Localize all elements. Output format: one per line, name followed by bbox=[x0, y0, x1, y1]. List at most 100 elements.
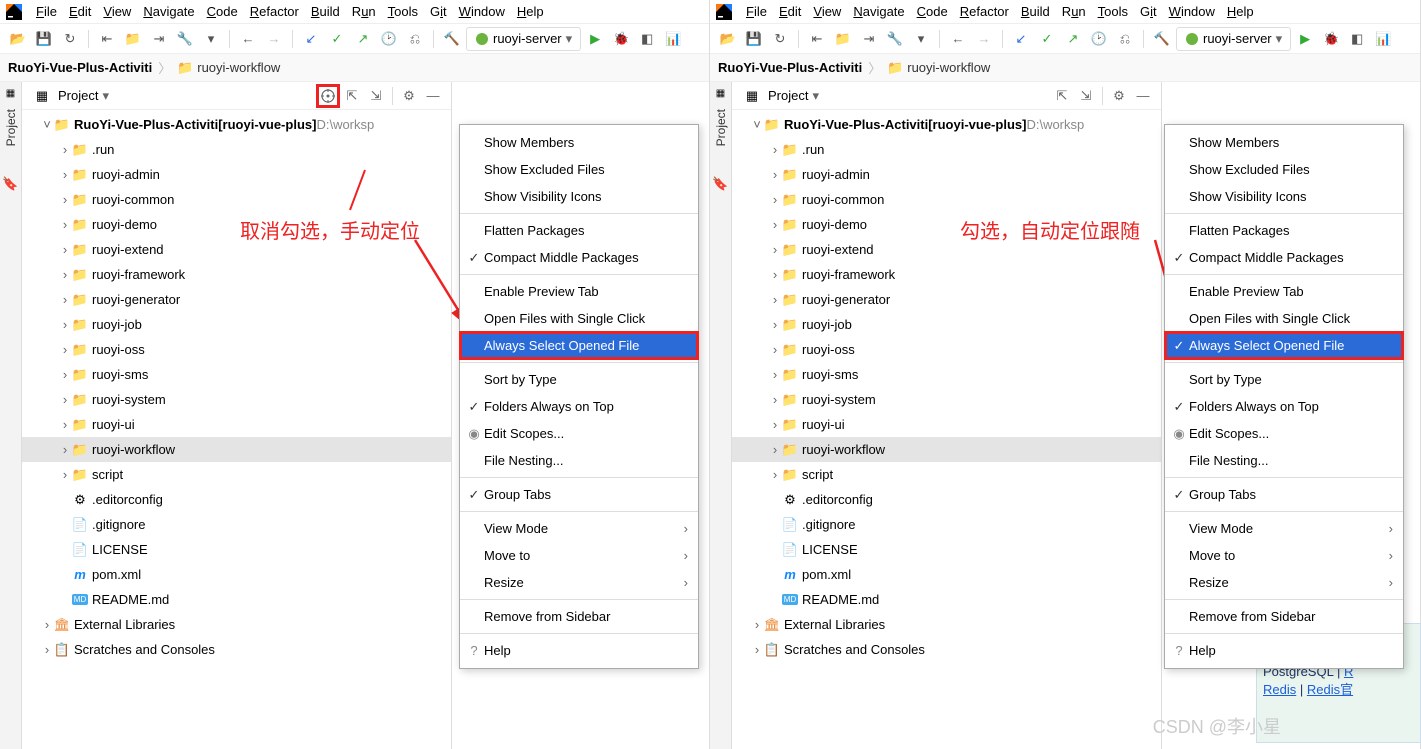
redo-icon[interactable]: → bbox=[262, 27, 286, 51]
menu-preview-tab[interactable]: Enable Preview Tab bbox=[460, 278, 698, 305]
menu-resize[interactable]: Resize› bbox=[1165, 569, 1403, 596]
tree-external-libraries[interactable]: ›🏛External Libraries bbox=[732, 612, 1161, 637]
vcs-commit-icon[interactable]: ✓ bbox=[325, 27, 349, 51]
tree-folder-ruoyi-job[interactable]: ›📁ruoyi-job bbox=[732, 312, 1161, 337]
tree-file-.gitignore[interactable]: 📄.gitignore bbox=[22, 512, 451, 537]
vcs-push-icon[interactable]: ↗ bbox=[351, 27, 375, 51]
tree-folder-ruoyi-framework[interactable]: ›📁ruoyi-framework bbox=[22, 262, 451, 287]
tree-file-LICENSE[interactable]: 📄LICENSE bbox=[732, 537, 1161, 562]
menu-group-tabs[interactable]: ✓Group Tabs bbox=[1165, 481, 1403, 508]
nav-open-icon[interactable]: 📁 bbox=[831, 27, 855, 51]
vcs-history-icon[interactable]: 🕑 bbox=[1087, 27, 1111, 51]
run-config-select[interactable]: ruoyi-server ▾ bbox=[466, 27, 581, 51]
more-icon[interactable]: ▾ bbox=[909, 27, 933, 51]
menu-help[interactable]: Help bbox=[1221, 2, 1260, 21]
menu-refactor[interactable]: Refactor bbox=[954, 2, 1015, 21]
menu-navigate[interactable]: Navigate bbox=[847, 2, 910, 21]
project-view-select[interactable]: ▦ Project ▾ bbox=[738, 86, 825, 106]
profile-icon[interactable]: 📊 bbox=[661, 27, 685, 51]
more-icon[interactable]: ▾ bbox=[199, 27, 223, 51]
tree-scratches[interactable]: ›📋Scratches and Consoles bbox=[22, 637, 451, 662]
menu-edit-scopes[interactable]: ◉Edit Scopes... bbox=[1165, 420, 1403, 447]
expand-all-icon[interactable]: ⇱ bbox=[340, 84, 364, 108]
redo-icon[interactable]: → bbox=[972, 27, 996, 51]
vcs-rollback-icon[interactable]: ⎌ bbox=[1113, 27, 1137, 51]
nav-fwd-icon[interactable]: ⇥ bbox=[857, 27, 881, 51]
tree-file-pom.xml[interactable]: mpom.xml bbox=[22, 562, 451, 587]
vcs-push-icon[interactable]: ↗ bbox=[1061, 27, 1085, 51]
run-config-select[interactable]: ruoyi-server ▾ bbox=[1176, 27, 1291, 51]
undo-icon[interactable]: ← bbox=[236, 27, 260, 51]
bookmarks-tool-icon[interactable]: 🔖 bbox=[2, 176, 18, 192]
tree-folder-ruoyi-job[interactable]: ›📁ruoyi-job bbox=[22, 312, 451, 337]
tree-folder-script[interactable]: ›📁script bbox=[22, 462, 451, 487]
tree-file-README.md[interactable]: MDREADME.md bbox=[22, 587, 451, 612]
menu-run[interactable]: Run bbox=[346, 2, 382, 21]
back-icon[interactable]: ⇤ bbox=[805, 27, 829, 51]
tree-file-.gitignore[interactable]: 📄.gitignore bbox=[732, 512, 1161, 537]
tree-folder-ruoyi-sms[interactable]: ›📁ruoyi-sms bbox=[22, 362, 451, 387]
profile-icon[interactable]: 📊 bbox=[1371, 27, 1395, 51]
sync-icon[interactable]: ↻ bbox=[768, 27, 792, 51]
menu-tools[interactable]: Tools bbox=[1092, 2, 1134, 21]
tree-folder-ruoyi-common[interactable]: ›📁ruoyi-common bbox=[22, 187, 451, 212]
vcs-rollback-icon[interactable]: ⎌ bbox=[403, 27, 427, 51]
bookmarks-tool-icon[interactable]: 🔖 bbox=[712, 176, 728, 192]
tree-folder-.run[interactable]: ›📁.run bbox=[732, 137, 1161, 162]
menu-compact-packages[interactable]: ✓Compact Middle Packages bbox=[1165, 244, 1403, 271]
menu-view[interactable]: View bbox=[97, 2, 137, 21]
select-opened-file-button[interactable] bbox=[316, 84, 340, 108]
menu-tools[interactable]: Tools bbox=[382, 2, 424, 21]
menu-file-nesting[interactable]: File Nesting... bbox=[1165, 447, 1403, 474]
tree-folder-ruoyi-generator[interactable]: ›📁ruoyi-generator bbox=[732, 287, 1161, 312]
sync-icon[interactable]: ↻ bbox=[58, 27, 82, 51]
menu-single-click[interactable]: Open Files with Single Click bbox=[460, 305, 698, 332]
tree-folder-ruoyi-framework[interactable]: ›📁ruoyi-framework bbox=[732, 262, 1161, 287]
menu-window[interactable]: Window bbox=[453, 2, 511, 21]
menu-show-members[interactable]: Show Members bbox=[460, 129, 698, 156]
menu-code[interactable]: Code bbox=[201, 2, 244, 21]
menu-show-excluded[interactable]: Show Excluded Files bbox=[1165, 156, 1403, 183]
hammer-icon[interactable]: 🔨 bbox=[1150, 27, 1174, 51]
menu-edit-scopes[interactable]: ◉Edit Scopes... bbox=[460, 420, 698, 447]
menu-build[interactable]: Build bbox=[305, 2, 346, 21]
menu-group-tabs[interactable]: ✓Group Tabs bbox=[460, 481, 698, 508]
project-tool-icon[interactable]: ▦ bbox=[6, 88, 15, 99]
menu-help[interactable]: ?Help bbox=[1165, 637, 1403, 664]
collapse-all-icon[interactable]: ⇲ bbox=[364, 84, 388, 108]
project-view-select[interactable]: ▦ Project ▾ bbox=[28, 86, 115, 106]
menu-show-members[interactable]: Show Members bbox=[1165, 129, 1403, 156]
menu-folders-top[interactable]: ✓Folders Always on Top bbox=[1165, 393, 1403, 420]
menu-navigate[interactable]: Navigate bbox=[137, 2, 200, 21]
menu-view-mode[interactable]: View Mode› bbox=[1165, 515, 1403, 542]
tree-folder-ruoyi-oss[interactable]: ›📁ruoyi-oss bbox=[22, 337, 451, 362]
tree-root[interactable]: ˅📁RuoYi-Vue-Plus-Activiti [ruoyi-vue-plu… bbox=[22, 112, 451, 137]
tree-folder-ruoyi-extend[interactable]: ›📁ruoyi-extend bbox=[732, 237, 1161, 262]
vcs-update-icon[interactable]: ↙ bbox=[1009, 27, 1033, 51]
hide-icon[interactable]: — bbox=[421, 84, 445, 108]
menu-compact-packages[interactable]: ✓Compact Middle Packages bbox=[460, 244, 698, 271]
menu-build[interactable]: Build bbox=[1015, 2, 1056, 21]
tree-folder-ruoyi-workflow[interactable]: ›📁ruoyi-workflow bbox=[732, 437, 1161, 462]
menu-edit[interactable]: Edit bbox=[773, 2, 807, 21]
menu-flatten-packages[interactable]: Flatten Packages bbox=[460, 217, 698, 244]
menu-show-visibility[interactable]: Show Visibility Icons bbox=[460, 183, 698, 210]
save-icon[interactable]: 💾 bbox=[32, 27, 56, 51]
tree-folder-script[interactable]: ›📁script bbox=[732, 462, 1161, 487]
menu-flatten-packages[interactable]: Flatten Packages bbox=[1165, 217, 1403, 244]
tree-file-.editorconfig[interactable]: ⚙.editorconfig bbox=[22, 487, 451, 512]
open-icon[interactable]: 📂 bbox=[6, 27, 30, 51]
settings-gear-icon[interactable]: ⚙ bbox=[397, 84, 421, 108]
menu-git[interactable]: Git bbox=[424, 2, 453, 21]
tree-scratches[interactable]: ›📋Scratches and Consoles bbox=[732, 637, 1161, 662]
vcs-update-icon[interactable]: ↙ bbox=[299, 27, 323, 51]
breadcrumb-module[interactable]: ruoyi-workflow bbox=[197, 60, 280, 75]
tree-folder-ruoyi-extend[interactable]: ›📁ruoyi-extend bbox=[22, 237, 451, 262]
debug-icon[interactable]: 🐞 bbox=[1319, 27, 1343, 51]
tree-folder-ruoyi-sms[interactable]: ›📁ruoyi-sms bbox=[732, 362, 1161, 387]
open-icon[interactable]: 📂 bbox=[716, 27, 740, 51]
tree-folder-.run[interactable]: ›📁.run bbox=[22, 137, 451, 162]
tree-file-pom.xml[interactable]: mpom.xml bbox=[732, 562, 1161, 587]
breadcrumb-root[interactable]: RuoYi-Vue-Plus-Activiti bbox=[718, 60, 862, 75]
tree-folder-ruoyi-ui[interactable]: ›📁ruoyi-ui bbox=[22, 412, 451, 437]
